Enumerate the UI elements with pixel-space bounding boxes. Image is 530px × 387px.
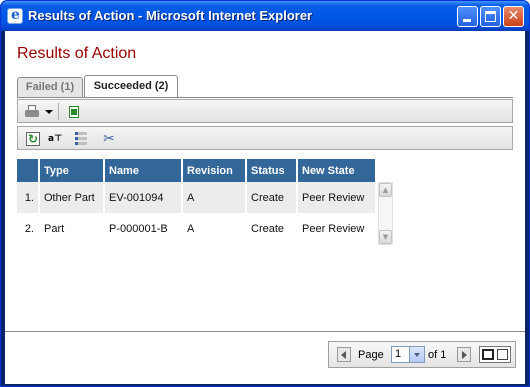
table-header-row: Type Name Revision Status New State (17, 159, 377, 182)
cell-name: P-000001-B (104, 213, 183, 244)
page-title: Results of Action (17, 45, 137, 62)
row-number: 1. (17, 182, 40, 213)
cell-status: Create (246, 182, 298, 213)
title-bar[interactable]: Results of Action - Microsoft Internet E… (1, 1, 529, 31)
next-page-button[interactable] (457, 347, 471, 362)
results-table: Type Name Revision Status New State 1. O… (17, 159, 377, 244)
cell-revision: A (182, 213, 247, 244)
page-content: Results of Action Failed (1) Succeeded (… (5, 31, 525, 384)
tab-failed[interactable]: Failed (1) (17, 77, 83, 97)
browser-window: Results of Action - Microsoft Internet E… (0, 0, 530, 387)
ie-logo-icon (7, 7, 23, 24)
minimize-icon (463, 19, 471, 22)
table-row[interactable]: 2. Part P-000001-B A Create Peer Review (17, 213, 377, 244)
column-header-new-state[interactable]: New State (297, 159, 377, 182)
column-header-index (17, 159, 40, 182)
pagination: Page 1 of 1 (328, 341, 516, 368)
export-icon[interactable] (66, 104, 82, 120)
close-button[interactable]: ✕ (503, 6, 524, 27)
cell-status: Create (246, 213, 298, 244)
page-select-value: 1 (395, 348, 402, 360)
print-dropdown-arrow-icon[interactable] (45, 110, 53, 114)
row-number: 2. (17, 213, 40, 244)
chevron-right-icon (462, 351, 467, 359)
cell-revision: A (182, 182, 247, 213)
table-scrollbar[interactable]: ▲ ▼ (378, 182, 393, 245)
columns-icon[interactable] (73, 131, 89, 147)
minimize-button[interactable] (457, 6, 478, 27)
chevron-down-icon[interactable] (409, 347, 424, 362)
toolbar-primary (17, 99, 513, 123)
scroll-down-button[interactable]: ▼ (379, 230, 392, 244)
page-select[interactable]: 1 (391, 346, 425, 363)
cell-name: EV-001094 (104, 182, 183, 213)
tab-succeeded[interactable]: Succeeded (2) (84, 75, 178, 97)
printer-icon[interactable] (24, 104, 40, 120)
column-header-type[interactable]: Type (39, 159, 105, 182)
toolbar-separator (58, 103, 59, 120)
layout-toggle-icon[interactable] (479, 346, 511, 363)
window-title: Results of Action - Microsoft Internet E… (28, 8, 313, 23)
scroll-up-button[interactable]: ▲ (379, 183, 392, 197)
maximize-icon (485, 11, 496, 22)
previous-page-button[interactable] (337, 347, 351, 362)
cell-new-state: Peer Review (297, 182, 377, 213)
page-count-label: of 1 (428, 349, 447, 361)
cell-type: Part (39, 213, 105, 244)
column-header-status[interactable]: Status (246, 159, 298, 182)
refresh-icon[interactable]: ↻ (25, 131, 41, 147)
tab-divider (17, 97, 513, 98)
chevron-left-icon (341, 351, 346, 359)
maximize-button[interactable] (480, 6, 501, 27)
footer-divider (5, 331, 525, 332)
page-label: Page (358, 349, 384, 361)
filter-icon[interactable]: a⊤ (48, 131, 64, 147)
tools-icon[interactable]: ✂ (101, 131, 117, 147)
column-header-revision[interactable]: Revision (182, 159, 247, 182)
close-icon: ✕ (507, 8, 520, 24)
cell-type: Other Part (39, 182, 105, 213)
toolbar-secondary: ↻ a⊤ ✂ (17, 126, 513, 150)
table-row[interactable]: 1. Other Part EV-001094 A Create Peer Re… (17, 182, 377, 213)
column-header-name[interactable]: Name (104, 159, 183, 182)
cell-new-state: Peer Review (297, 213, 377, 244)
